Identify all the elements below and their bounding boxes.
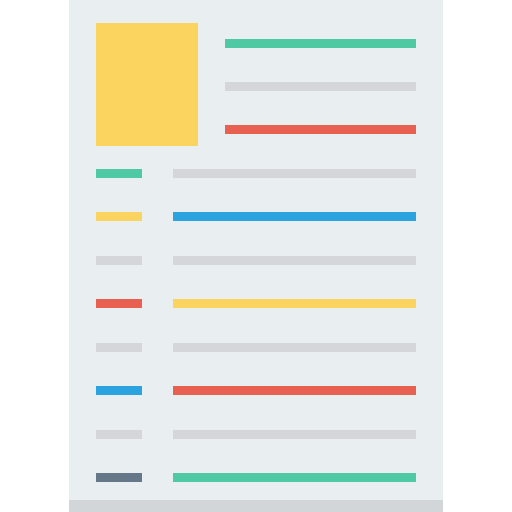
row-value-bar [173,299,416,308]
header-line-2 [225,82,416,91]
row-value-bar [173,256,416,265]
row-label-bar [96,430,142,439]
row-value-bar [173,343,416,352]
header-line-3 [225,125,416,134]
row-label-bar [96,169,142,178]
photo-placeholder [96,23,198,146]
row-value-bar [173,169,416,178]
row-label-bar [96,473,142,482]
row-value-bar [173,473,416,482]
document-icon [0,0,512,512]
row-label-bar [96,386,142,395]
row-label-bar [96,343,142,352]
row-label-bar [96,256,142,265]
row-value-bar [173,430,416,439]
row-value-bar [173,386,416,395]
row-label-bar [96,212,142,221]
row-value-bar [173,212,416,221]
row-label-bar [96,299,142,308]
paper-bottom-edge [69,500,443,512]
header-line-1 [225,39,416,48]
